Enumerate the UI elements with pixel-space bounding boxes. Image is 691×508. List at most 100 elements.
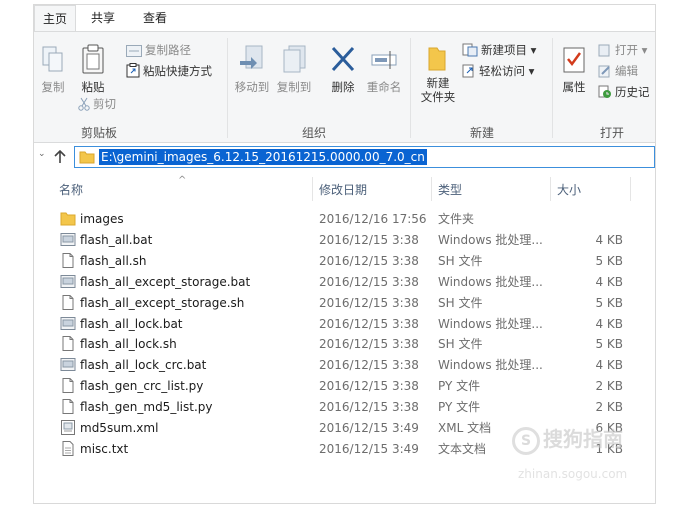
copy-to-label: 复制到 [276, 80, 312, 94]
column-header-name[interactable]: 名称 [59, 181, 83, 198]
new-item-icon [462, 43, 478, 57]
easy-access-label: 轻松访问 [479, 64, 525, 78]
file-date: 2016/12/15 3:38 [319, 253, 419, 268]
file-row[interactable]: flash_all_lock.bat 2016/12/15 3:38 Windows… [58, 314, 638, 335]
file-row[interactable]: flash_gen_md5_list.py 2016/12/15 3:38 PY 文… [58, 397, 638, 418]
delete-label: 删除 [331, 80, 355, 94]
column-header-size[interactable]: 大小 [557, 181, 581, 198]
column-header-row: 名称 ^ 修改日期 类型 大小 [34, 175, 655, 201]
file-row[interactable]: flash_gen_crc_list.py 2016/12/15 3:38 PY 文… [58, 376, 638, 397]
ribbon: 复制 粘贴 复制路径 粘贴快捷方式 剪切 剪贴板 移动到 复制到 删除 重命名 … [34, 31, 655, 143]
tab-home[interactable]: 主页 [34, 5, 76, 31]
file-date: 2016/12/16 17:56 [319, 212, 427, 226]
file-row[interactable]: flash_all.bat 2016/12/15 3:38 Windows 批处理.… [58, 230, 638, 251]
history-label: 历史记 [615, 85, 650, 99]
copy-path-button[interactable]: 复制路径 [126, 42, 191, 58]
tab-view[interactable]: 查看 [136, 5, 174, 31]
file-size: 5 KB [595, 295, 623, 310]
open-group-label: 打开 [599, 126, 624, 140]
file-date: 2016/12/15 3:49 [319, 441, 419, 456]
address-bar[interactable]: E:\gemini_images_6.12.15_20161215.0000.0… [74, 146, 655, 168]
rename-button[interactable]: 重命名 [364, 44, 404, 94]
watermark-url: zhinan.sogou.com [518, 467, 628, 481]
open-label: 打开 [615, 43, 638, 57]
file-icon [60, 336, 76, 354]
move-to-button[interactable]: 移动到 [232, 44, 272, 94]
watermark-logo: S 搜狗指南 [512, 423, 623, 455]
file-size: 2 KB [595, 400, 623, 415]
column-separator[interactable] [550, 177, 551, 201]
file-name: flash_gen_crc_list.py [80, 379, 204, 394]
paste-button[interactable]: 粘贴 [76, 44, 110, 94]
file-icon [60, 378, 76, 396]
address-path-text[interactable]: E:\gemini_images_6.12.15_20161215.0000.0… [99, 149, 427, 165]
file-icon [60, 294, 76, 313]
new-folder-label-line1: 新建 [426, 76, 450, 90]
rename-label: 重命名 [366, 80, 402, 94]
paste-label: 粘贴 [81, 80, 105, 94]
up-arrow-icon[interactable] [54, 150, 66, 164]
xml-file-icon [60, 420, 76, 438]
search-icon: S [512, 426, 540, 455]
column-separator[interactable] [312, 177, 313, 201]
file-row[interactable]: flash_all_lock_crc.bat 2016/12/15 3:38 Win… [58, 355, 638, 376]
column-separator[interactable] [431, 177, 432, 201]
file-explorer-window: 主页 共享 查看 复制 粘贴 复制路径 粘贴快捷方式 剪切 剪贴板 移动到 复制… [33, 4, 656, 504]
file-icon [60, 399, 76, 417]
new-folder-button[interactable]: 新建 文件夹 [416, 44, 460, 104]
file-name: flash_all.bat [80, 232, 153, 247]
file-type: PY 文件 [438, 400, 481, 415]
new-item-label: 新建项目 [481, 43, 527, 57]
history-button[interactable]: 历史记 [598, 84, 650, 100]
copy-to-button[interactable]: 复制到 [274, 44, 314, 94]
file-date: 2016/12/15 3:38 [319, 232, 419, 247]
new-item-button[interactable]: 新建项目 ▾ [462, 42, 536, 58]
file-type: PY 文件 [438, 379, 481, 394]
column-separator[interactable] [630, 177, 631, 201]
file-name: flash_all_lock.sh [80, 337, 177, 352]
batch-file-icon [60, 232, 76, 250]
file-row[interactable]: flash_all_except_storage.sh 2016/12/15 3:… [58, 293, 638, 314]
cut-button[interactable]: 剪切 [78, 96, 116, 112]
delete-button[interactable]: 删除 [326, 44, 360, 94]
folder-icon [60, 211, 76, 229]
ribbon-tab-bar: 主页 共享 查看 [34, 5, 655, 31]
paste-shortcut-button[interactable]: 粘贴快捷方式 [126, 63, 212, 79]
file-type: Windows 批处理... [438, 274, 543, 289]
file-size: 5 KB [595, 337, 623, 352]
column-header-type[interactable]: 类型 [438, 181, 462, 198]
open-icon [598, 44, 610, 57]
file-icon [60, 252, 76, 271]
copy-label: 复制 [41, 80, 65, 94]
file-name: md5sum.xml [80, 421, 159, 435]
file-date: 2016/12/15 3:38 [319, 295, 419, 310]
open-button[interactable]: 打开 ▾ [598, 42, 647, 58]
file-date: 2016/12/15 3:38 [319, 379, 419, 394]
file-name: flash_all.sh [80, 253, 147, 268]
delete-x-icon [331, 46, 355, 72]
file-row[interactable]: flash_all.sh 2016/12/15 3:38 SH 文件 5 KB [58, 251, 638, 272]
copy-to-icon [283, 45, 306, 73]
edit-button[interactable]: 编辑 [598, 63, 638, 79]
copy-button[interactable]: 复制 [38, 46, 68, 94]
file-size: 2 KB [595, 379, 623, 394]
file-row[interactable]: images 2016/12/16 17:56 文件夹 [58, 209, 638, 230]
text-file-icon [60, 440, 76, 459]
organize-group-label: 组织 [301, 126, 326, 140]
column-header-date[interactable]: 修改日期 [319, 181, 367, 198]
paste-shortcut-icon [126, 63, 140, 78]
file-size: 4 KB [595, 232, 623, 247]
file-row[interactable]: flash_all_lock.sh 2016/12/15 3:38 SH 文件 5 K… [58, 334, 638, 355]
file-type: SH 文件 [438, 253, 483, 268]
file-name: flash_all_except_storage.bat [80, 274, 251, 289]
file-date: 2016/12/15 3:38 [319, 337, 419, 352]
file-row[interactable]: flash_all_except_storage.bat 2016/12/15 3… [58, 272, 638, 293]
file-name: misc.txt [80, 441, 129, 456]
file-type: XML 文档 [438, 421, 492, 435]
sort-ascending-icon: ^ [178, 175, 187, 186]
tab-share[interactable]: 共享 [84, 5, 122, 31]
chevron-down-icon[interactable]: ⌄ [38, 149, 46, 159]
easy-access-button[interactable]: 轻松访问 ▾ [462, 63, 534, 79]
file-date: 2016/12/15 3:49 [319, 421, 419, 435]
properties-button[interactable]: 属性 [556, 44, 592, 94]
